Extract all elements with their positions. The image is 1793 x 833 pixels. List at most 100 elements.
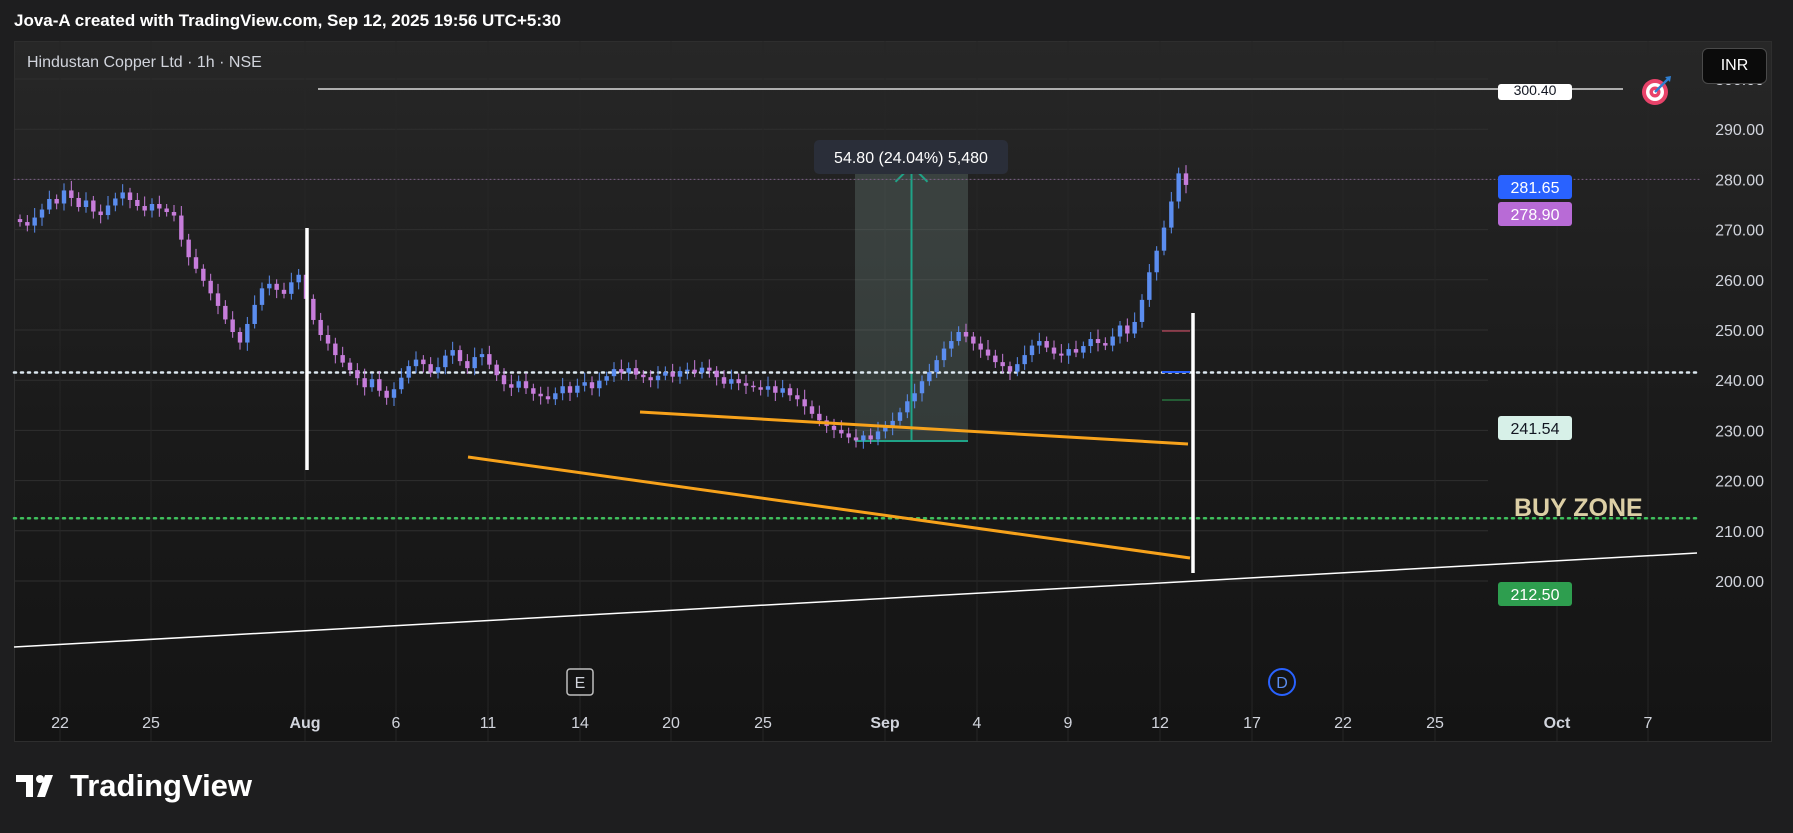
candle-body — [1161, 227, 1167, 251]
x-tick-label: 7 — [1644, 715, 1653, 732]
candle-body — [340, 355, 345, 363]
candle-body — [39, 209, 45, 218]
candle-body — [531, 388, 536, 394]
y-tick-label: 290.00 — [1715, 122, 1764, 139]
candle-body — [963, 332, 969, 337]
candle-body — [611, 369, 617, 377]
candle-body — [1125, 325, 1130, 334]
candle-body — [1037, 341, 1042, 346]
candle-body — [1110, 336, 1115, 346]
currency-selector[interactable]: INR — [1702, 48, 1767, 84]
candle-body — [1000, 362, 1005, 367]
price-chart[interactable]: 200.00 210.00 220.00 230.00 240.00 250.00 260.… — [0, 0, 1793, 833]
candle-body — [47, 198, 52, 210]
candle-body — [274, 283, 279, 290]
candle-body — [707, 367, 712, 371]
x-tick-label: 25 — [754, 715, 772, 732]
candle-body — [113, 198, 118, 206]
x-tick-label: 6 — [392, 715, 401, 732]
candle-body — [993, 355, 998, 363]
candle-body — [1029, 345, 1035, 356]
y-tick-label: 200.00 — [1715, 574, 1764, 591]
y-tick-label: 230.00 — [1715, 423, 1764, 440]
candle-body — [421, 359, 426, 365]
candle-body — [655, 375, 661, 381]
candle-body — [743, 383, 749, 386]
candle-body — [91, 200, 96, 212]
candle-body — [589, 382, 595, 389]
price-label-text: 278.90 — [1511, 207, 1560, 224]
candle-body — [934, 360, 939, 373]
candle-body — [1147, 272, 1152, 300]
candle-body — [729, 379, 734, 384]
candle-body — [523, 381, 529, 389]
tradingview-brand: TradingView — [16, 768, 252, 804]
candle-body — [685, 369, 690, 372]
wedge-lower-trendline[interactable] — [467, 455, 1191, 560]
measure-label: 54.80 (24.04%) 5,480 — [834, 150, 988, 167]
candle-body — [142, 206, 147, 211]
earnings-event-label: E — [575, 675, 586, 692]
candle-body — [641, 374, 646, 378]
candle-body — [413, 359, 419, 367]
candle-body — [384, 390, 389, 398]
candle-body — [98, 211, 103, 216]
candle-body — [428, 364, 433, 373]
candle-body — [1081, 346, 1086, 353]
candle-body — [905, 401, 910, 413]
y-tick-label: 220.00 — [1715, 474, 1764, 491]
candle-body — [773, 386, 778, 393]
x-tick-label: 20 — [662, 715, 680, 732]
candle-body — [567, 386, 573, 393]
candle-body — [1073, 349, 1079, 353]
candle-body — [919, 381, 925, 394]
candle-body — [443, 355, 448, 368]
candle-body — [1044, 341, 1049, 348]
candle-body — [604, 376, 609, 381]
candle-body — [223, 305, 228, 320]
candle-body — [435, 367, 441, 373]
candle-body — [802, 399, 807, 407]
candle-body — [1015, 364, 1020, 372]
candle-body — [245, 323, 250, 343]
candle-body — [941, 348, 947, 361]
candle-body — [846, 433, 851, 438]
candle-body — [230, 319, 235, 333]
candle-body — [32, 217, 37, 226]
target-icon[interactable] — [1639, 74, 1673, 108]
candle-body — [391, 389, 397, 398]
candle-body — [399, 377, 404, 390]
candle-body — [487, 354, 492, 365]
candle-body — [560, 386, 565, 394]
candle-body — [333, 343, 338, 356]
candle-body — [479, 354, 485, 358]
candle-body — [17, 219, 23, 223]
candle-body — [127, 192, 133, 200]
candle-body — [289, 282, 294, 294]
y-tick-label: 210.00 — [1715, 524, 1764, 541]
candle-body — [120, 192, 125, 199]
candle-body — [450, 350, 455, 356]
candle-body — [699, 367, 705, 373]
x-tick-label: 9 — [1064, 715, 1073, 732]
candle-body — [164, 208, 169, 213]
candle-body — [76, 197, 81, 208]
candle-body — [633, 368, 639, 375]
symbol-title: Hindustan Copper Ltd · 1h · NSE — [27, 54, 262, 71]
candle-body — [831, 425, 837, 430]
candle-body — [54, 198, 59, 204]
x-tick-label: 17 — [1243, 715, 1261, 732]
candle-body — [369, 379, 375, 388]
dividend-event-label: D — [1276, 675, 1288, 692]
price-label-text: 300.40 — [1514, 82, 1557, 98]
candle-body — [355, 370, 360, 379]
candle-body — [296, 274, 301, 283]
candle-body — [267, 283, 272, 289]
y-tick-label: 280.00 — [1715, 172, 1764, 189]
candle-body — [69, 190, 74, 198]
candle-body — [325, 335, 331, 344]
candle-body — [259, 288, 265, 305]
long-trendline[interactable] — [13, 552, 1698, 648]
y-tick-label: 270.00 — [1715, 223, 1764, 240]
x-tick-label: 12 — [1151, 715, 1169, 732]
